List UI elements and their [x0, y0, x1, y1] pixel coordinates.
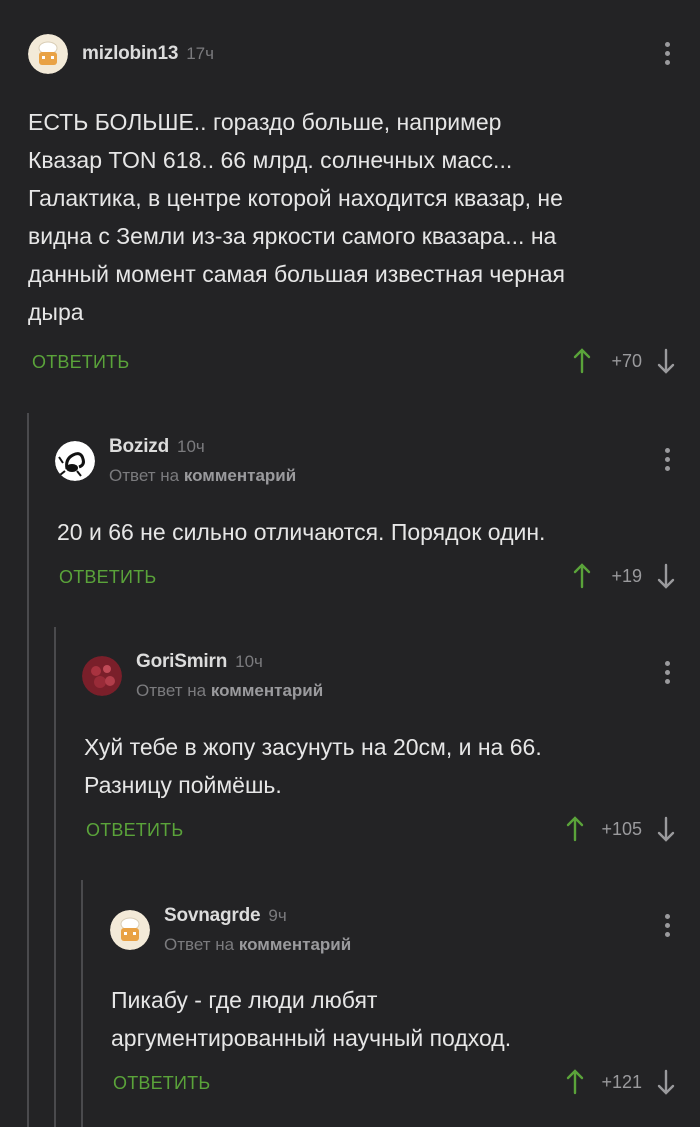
- reply-to-link[interactable]: комментарий: [184, 466, 296, 485]
- comment-text: Пикабу - где люди любят аргументированны…: [111, 987, 512, 1051]
- reply-button[interactable]: ОТВЕТИТЬ: [113, 1073, 210, 1094]
- comment-text: ЕСТЬ БОЛЬШЕ.. гораздо больше, например К…: [28, 109, 565, 325]
- chef-avatar: [110, 910, 150, 950]
- reply-to-label: Ответ на комментарий: [109, 466, 297, 485]
- chef-avatar: [28, 34, 68, 74]
- thread-line-level-1: [27, 413, 29, 1127]
- comment-meta: mizlobin13 17ч: [82, 43, 214, 65]
- comment-text: Хуй тебе в жопу засунуть на 20см, и на 6…: [84, 734, 542, 798]
- downvote-arrow-icon[interactable]: [656, 348, 676, 374]
- upvote-arrow-icon[interactable]: [565, 1069, 585, 1095]
- rating-count: +121: [601, 1071, 642, 1092]
- username[interactable]: mizlobin13: [82, 43, 178, 65]
- vote-controls: +105: [565, 816, 676, 842]
- vote-controls: +70: [572, 348, 676, 374]
- downvote-arrow-icon[interactable]: [656, 563, 676, 589]
- comment-actions: ОТВЕТИТЬ +19: [0, 560, 700, 596]
- comment-header: GoriSmirn 10ч Ответ на комментарий: [82, 651, 323, 701]
- reply-button[interactable]: ОТВЕТИТЬ: [59, 567, 156, 588]
- more-vertical-icon[interactable]: [664, 661, 670, 688]
- upvote-arrow-icon[interactable]: [572, 348, 592, 374]
- comment-header: Bozizd 10ч Ответ на комментарий: [55, 436, 296, 486]
- comment-actions: ОТВЕТИТЬ +121: [0, 1066, 700, 1102]
- reply-to-link[interactable]: комментарий: [211, 681, 323, 700]
- more-vertical-icon[interactable]: [664, 914, 670, 941]
- thread-line-level-2: [54, 627, 56, 1127]
- avatar[interactable]: [82, 656, 122, 696]
- upvote-arrow-icon[interactable]: [565, 816, 585, 842]
- more-vertical-icon[interactable]: [664, 42, 670, 69]
- reply-button[interactable]: ОТВЕТИТЬ: [86, 820, 183, 841]
- comment-meta: Sovnagrde 9ч Ответ на комментарий: [164, 905, 351, 955]
- avatar[interactable]: [55, 441, 95, 481]
- vote-controls: +121: [565, 1069, 676, 1095]
- avatar[interactable]: [28, 34, 68, 74]
- username[interactable]: Bozizd: [109, 436, 169, 458]
- username[interactable]: Sovnagrde: [164, 905, 261, 927]
- downvote-arrow-icon[interactable]: [656, 816, 676, 842]
- scorpion-avatar: [55, 441, 95, 481]
- reply-to-label: Ответ на комментарий: [136, 681, 324, 700]
- meat-avatar: [82, 656, 122, 696]
- comment-header: Sovnagrde 9ч Ответ на комментарий: [110, 905, 351, 955]
- username[interactable]: GoriSmirn: [136, 651, 227, 673]
- more-vertical-icon[interactable]: [664, 448, 670, 475]
- comment-meta: Bozizd 10ч Ответ на комментарий: [109, 436, 296, 486]
- comment-meta: GoriSmirn 10ч Ответ на комментарий: [136, 651, 323, 701]
- timestamp: 9ч: [268, 906, 287, 925]
- comment-actions: ОТВЕТИТЬ +70: [0, 345, 700, 381]
- downvote-arrow-icon[interactable]: [656, 1069, 676, 1095]
- avatar[interactable]: [110, 910, 150, 950]
- reply-to-label: Ответ на комментарий: [164, 935, 352, 954]
- rating-count: +105: [601, 818, 642, 839]
- rating-count: +19: [611, 565, 642, 586]
- vote-controls: +19: [572, 563, 676, 589]
- rating-count: +70: [611, 350, 642, 371]
- comment-text: 20 и 66 не сильно отличаются. Порядок од…: [57, 519, 546, 545]
- timestamp: 17ч: [186, 44, 214, 63]
- reply-to-link[interactable]: комментарий: [239, 935, 351, 954]
- comment-header: mizlobin13 17ч: [28, 34, 214, 74]
- upvote-arrow-icon[interactable]: [572, 563, 592, 589]
- timestamp: 10ч: [235, 652, 263, 671]
- comment-actions: ОТВЕТИТЬ +105: [0, 813, 700, 849]
- timestamp: 10ч: [177, 437, 205, 456]
- reply-button[interactable]: ОТВЕТИТЬ: [32, 352, 129, 373]
